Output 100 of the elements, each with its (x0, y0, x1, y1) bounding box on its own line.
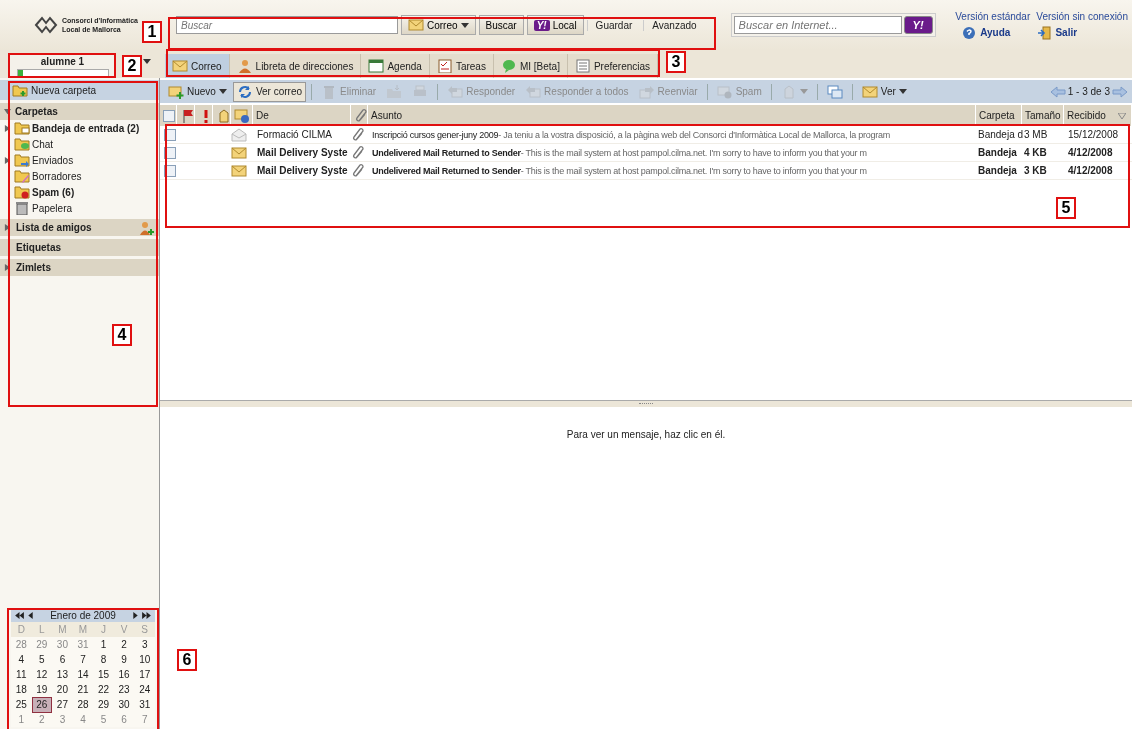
search-button[interactable]: Buscar (478, 15, 524, 35)
calendar-day[interactable]: 15 (93, 667, 114, 682)
calendar-day[interactable]: 3 (134, 637, 155, 652)
folder-plus-icon (12, 83, 28, 97)
folder-item[interactable]: Papelera (0, 200, 159, 216)
calendar-day[interactable]: 1 (93, 637, 114, 652)
calendar-day[interactable]: 29 (93, 698, 114, 712)
calendar-day[interactable]: 20 (52, 682, 73, 697)
calendar-day[interactable]: 26 (31, 697, 53, 713)
calendar-day[interactable]: 4 (11, 652, 32, 667)
version-link[interactable]: Versión sin conexión (1036, 10, 1128, 22)
calendar-day[interactable]: 16 (113, 667, 135, 682)
calendar-day[interactable]: 31 (134, 698, 155, 712)
column-header[interactable]: Carpeta (976, 105, 1022, 126)
folder-cell-text: Bandeja d (977, 128, 1022, 142)
checklist-icon (436, 59, 453, 73)
calendar-day[interactable]: 5 (93, 712, 114, 727)
calendar-day[interactable]: 6 (52, 652, 73, 667)
calendar-day[interactable]: 12 (31, 667, 53, 682)
select-all-checkbox[interactable] (163, 109, 175, 122)
web-search-button[interactable]: Y! (903, 16, 933, 34)
calendar-day[interactable]: 29 (31, 637, 53, 652)
calendar-day[interactable]: 19 (31, 682, 53, 697)
arrow-right-icon[interactable] (133, 611, 138, 619)
toolbar-button[interactable]: Nuevo (164, 81, 231, 102)
local-search-button[interactable]: Y! Local (526, 15, 584, 35)
forward-arrow-icon (638, 84, 655, 99)
search-scope-dropdown[interactable]: Correo (401, 15, 476, 35)
calendar-day[interactable]: 30 (113, 698, 135, 712)
folder-item[interactable]: Spam (6) (0, 184, 159, 200)
folder-icon (14, 121, 30, 135)
calendar-day[interactable]: 8 (93, 652, 114, 667)
add-person-icon[interactable] (139, 220, 155, 235)
app-tab[interactable]: Libreta de direcciones (229, 54, 362, 78)
calendar-day[interactable]: 22 (93, 682, 114, 697)
calendar-day[interactable]: 7 (134, 712, 155, 727)
expand-arrow-icon (4, 264, 11, 271)
toolbar-button[interactable]: Ver correo (232, 81, 307, 102)
folder-item[interactable]: Chat (0, 136, 159, 152)
save-link[interactable]: Guardar (586, 19, 641, 31)
calendar-day[interactable]: 7 (72, 652, 94, 667)
calendar-day[interactable]: 2 (113, 637, 135, 652)
column-header[interactable]: Tamaño (1022, 105, 1064, 126)
sort-arrow-icon[interactable] (1118, 113, 1126, 119)
calendar-day[interactable]: 6 (113, 712, 135, 727)
caret-icon (460, 22, 469, 28)
calendar-day[interactable]: 13 (52, 667, 73, 682)
web-search-field[interactable]: Buscar en Internet... (733, 16, 902, 34)
folder-item[interactable]: Borradores (0, 168, 159, 184)
folder-arrow-icon (386, 84, 403, 99)
calendar-day[interactable]: 30 (52, 637, 73, 652)
advanced-link[interactable]: Avanzado (643, 19, 705, 31)
section-header[interactable]: Zimlets (0, 259, 159, 276)
calendar-day[interactable]: 28 (11, 637, 32, 652)
calendar-day[interactable]: 28 (72, 698, 94, 712)
column-header[interactable]: De (253, 105, 351, 126)
logout-link[interactable]: Salir (1036, 25, 1078, 40)
calendar-day[interactable]: 10 (134, 652, 155, 667)
help-link[interactable]: Ayuda (961, 25, 1011, 40)
folder-icon (14, 137, 30, 151)
toolbar-button[interactable]: Ver (857, 81, 911, 102)
calendar-day[interactable]: 24 (134, 682, 155, 697)
arrow-left-icon[interactable] (28, 611, 33, 619)
paperclip-icon[interactable] (354, 108, 370, 123)
door-exit-icon (1036, 25, 1053, 40)
calendar-day[interactable]: 11 (11, 667, 32, 682)
size-cell-text: 4 KB (1023, 146, 1048, 160)
calendar-day[interactable]: 17 (134, 667, 155, 682)
flag-icon[interactable] (180, 108, 196, 123)
envelope-question-icon[interactable] (234, 108, 250, 123)
calendar-day[interactable]: 3 (52, 712, 73, 727)
calendar-day[interactable]: 25 (11, 698, 32, 712)
calendar-day[interactable]: 27 (52, 698, 73, 712)
sender-cell-text: Mail Delivery Syste (256, 164, 349, 178)
version-link[interactable]: Versión estándar (955, 10, 1031, 22)
subject-cell-text: Undelivered Mail Returned to Sender- This is the mail system at host pampol.cilma.net. I'm sorry to have to inform you that your m (371, 164, 868, 178)
calendar-day[interactable]: 21 (72, 682, 94, 697)
double-arrow-right-icon[interactable] (142, 611, 151, 619)
column-header[interactable]: Recibido (1064, 105, 1132, 126)
calendar-day[interactable]: 9 (113, 652, 135, 667)
folder-item[interactable]: Enviados (0, 152, 159, 168)
tag-icon[interactable] (216, 108, 232, 123)
double-arrow-left-icon[interactable] (15, 611, 24, 619)
column-header[interactable]: Asunto (368, 105, 976, 126)
calendar-day[interactable]: 31 (72, 637, 94, 652)
subject-cell-text: Inscripció cursos gener-juny 2009- Ja teniu a la vostra disposició, a la pàgina web del Consorci d'Informàtica Local de Mallorca, la program (371, 128, 891, 142)
folders-header[interactable]: Carpetas (0, 103, 159, 120)
section-header[interactable]: Lista de amigos (0, 219, 159, 236)
calendar-day[interactable]: 2 (31, 712, 53, 727)
calendar-day[interactable]: 14 (72, 667, 94, 682)
app-tab[interactable]: Agenda (361, 54, 430, 78)
calendar-day[interactable]: 5 (31, 652, 53, 667)
calendar-day[interactable]: 23 (113, 682, 135, 697)
caret-icon[interactable] (143, 59, 151, 64)
expand-arrow-icon (4, 156, 11, 164)
calendar-day[interactable]: 1 (11, 712, 32, 727)
section-header[interactable]: Etiquetas (0, 239, 159, 256)
callout-number: 5 (1056, 197, 1076, 219)
folder-item[interactable]: Bandeja de entrada (2) (0, 120, 159, 136)
calendar-day[interactable]: 18 (11, 682, 32, 697)
